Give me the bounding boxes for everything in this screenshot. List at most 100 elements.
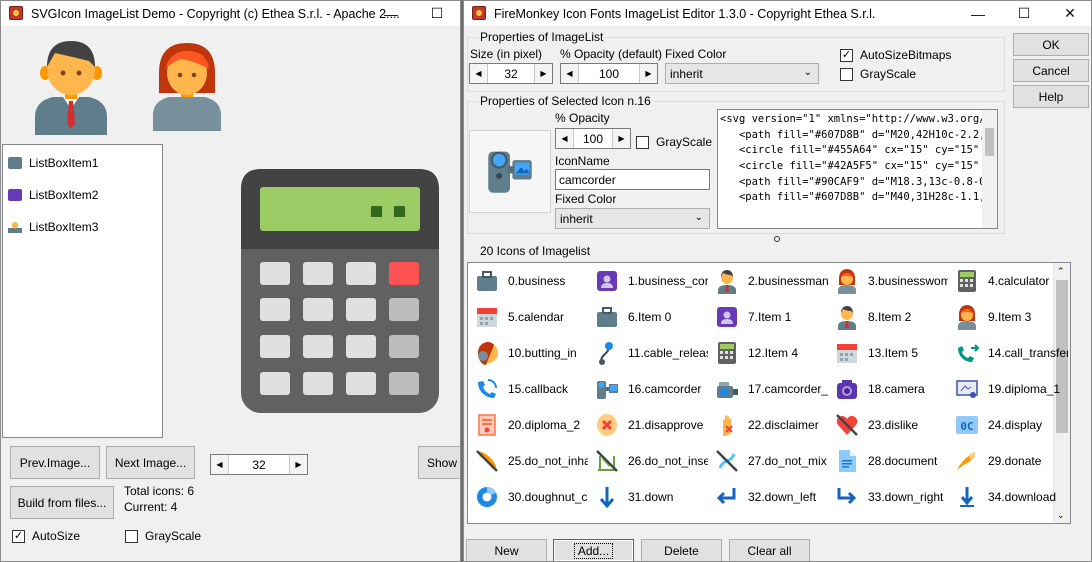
icon-grid-item[interactable]: 7.Item 1: [708, 301, 828, 333]
autosize-bitmaps-checkbox[interactable]: ✓ AutoSizeBitmaps: [840, 48, 951, 62]
clear-all-button[interactable]: Clear all: [729, 539, 810, 561]
splitter-handle[interactable]: [774, 236, 780, 242]
maximize-button[interactable]: ☐: [414, 1, 460, 26]
icon-grid-item-label: 5.calendar: [508, 310, 565, 324]
icon-grid-item[interactable]: 26.do_not_inse: [588, 445, 708, 477]
icon-grid-item[interactable]: 34.download: [948, 481, 1068, 513]
maximize-button[interactable]: ☐: [1001, 1, 1047, 26]
checkbox-unchecked-icon: [125, 529, 138, 543]
cancel-button[interactable]: Cancel: [1013, 59, 1089, 82]
autosize-checkbox[interactable]: ✓ AutoSize: [12, 529, 80, 543]
icon-grid-item[interactable]: 9.Item 3: [948, 301, 1068, 333]
icon-grid-item[interactable]: 13.Item 5: [828, 337, 948, 369]
spin-right-icon[interactable]: ▶: [289, 455, 307, 474]
icon-grid-item[interactable]: 23.dislike: [828, 409, 948, 441]
icon-grid-item[interactable]: 30.doughnut_c: [468, 481, 588, 513]
spin-left-icon[interactable]: ◀: [211, 455, 229, 474]
delete-button[interactable]: Delete: [641, 539, 722, 561]
prev-image-button[interactable]: Prev.Image...: [10, 446, 100, 479]
editor-titlebar[interactable]: FireMonkey Icon Fonts ImageList Editor 1…: [464, 1, 1091, 26]
size-value[interactable]: 32: [488, 67, 534, 81]
icon-grid-item[interactable]: 14.call_transfer: [948, 337, 1068, 369]
icon-grid-item[interactable]: 18.camera: [828, 373, 948, 405]
checkbox-checked-icon: ✓: [12, 529, 25, 543]
icon-grid-item-label: 0.business: [508, 274, 566, 288]
briefcase-icon: [477, 271, 497, 291]
icon-grid-item[interactable]: 21.disapprove: [588, 409, 708, 441]
add-button[interactable]: Add...: [553, 539, 634, 561]
sel-opacity-value[interactable]: 100: [574, 132, 612, 146]
opacity-value[interactable]: 100: [579, 67, 639, 81]
icon-grid-item[interactable]: 27.do_not_mix: [708, 445, 828, 477]
list-item[interactable]: ListBoxItem1: [8, 156, 98, 170]
icon-grid-item[interactable]: 10.butting_in: [468, 337, 588, 369]
editor-scrollbar[interactable]: [982, 110, 997, 228]
sel-opacity-spinbox[interactable]: ◀ 100 ▶: [555, 128, 631, 149]
icon-grid-item[interactable]: 32.down_left: [708, 481, 828, 513]
icon-grid-item[interactable]: 3.businesswom: [828, 265, 948, 297]
size-value[interactable]: 32: [229, 458, 289, 472]
editor-scroll-thumb[interactable]: [985, 128, 994, 156]
next-image-button[interactable]: Next Image...: [106, 446, 195, 479]
svg-line: <path fill="#90CAF9" d="M18.3,13c-0.8-0.…: [720, 175, 998, 188]
icon-grid-item-label: 16.camcorder: [628, 382, 702, 396]
icon-grid-item[interactable]: 15.callback: [468, 373, 588, 405]
icon-grid-item-label: 4.calculator: [988, 274, 1050, 288]
demo-titlebar[interactable]: SVGIcon ImageList Demo - Copyright (c) E…: [1, 1, 460, 26]
icon-grid-item[interactable]: 19.diploma_1: [948, 373, 1068, 405]
build-from-files-button[interactable]: Build from files...: [10, 486, 114, 519]
list-item[interactable]: ListBoxItem2: [8, 188, 98, 202]
show-button[interactable]: Show: [418, 446, 460, 479]
icon-grid-item[interactable]: 2.businessman: [708, 265, 828, 297]
sel-fixed-color-combo[interactable]: inherit ⌄: [555, 208, 710, 229]
icon-grid-item[interactable]: 6.Item 0: [588, 301, 708, 333]
size-spinbox[interactable]: ◀ 32 ▶: [469, 63, 553, 84]
icon-grid-item[interactable]: 0C 24.display: [948, 409, 1068, 441]
grayscale-checkbox[interactable]: GrayScale: [125, 529, 201, 543]
icon-grid-item[interactable]: 8.Item 2: [828, 301, 948, 333]
icon-grid-item[interactable]: 33.down_right: [828, 481, 948, 513]
donate-icon: [957, 452, 975, 470]
icon-grid-item[interactable]: 22.disclaimer: [708, 409, 828, 441]
list-box[interactable]: ListBoxItem1 ListBoxItem2 ListBoxItem3: [2, 144, 163, 438]
icon-grid-item-label: 8.Item 2: [868, 310, 912, 324]
icon-grid-item[interactable]: 20.diploma_2: [468, 409, 588, 441]
grayscale-checkbox[interactable]: GrayScale: [840, 67, 916, 81]
fixed-color-combo[interactable]: inherit ⌄: [665, 63, 819, 84]
list-item-label: ListBoxItem3: [29, 220, 99, 234]
spin-left-icon[interactable]: ◀: [556, 129, 574, 148]
icon-grid-item[interactable]: 12.Item 4: [708, 337, 828, 369]
spin-right-icon[interactable]: ▶: [612, 129, 630, 148]
spin-right-icon[interactable]: ▶: [534, 64, 552, 83]
icon-grid-item[interactable]: 31.down: [588, 481, 708, 513]
icon-name-field[interactable]: camcorder: [555, 169, 710, 190]
icon-grid-item[interactable]: 25.do_not_inha: [468, 445, 588, 477]
help-button[interactable]: Help: [1013, 85, 1089, 108]
diploma-2-icon: [478, 414, 496, 436]
list-item[interactable]: ListBoxItem3: [8, 220, 98, 234]
new-button[interactable]: New: [466, 539, 547, 561]
icon-grid-item-label: 30.doughnut_c: [508, 490, 588, 504]
size-spinbox[interactable]: ◀ 32 ▶: [210, 454, 308, 475]
spin-left-icon[interactable]: ◀: [470, 64, 488, 83]
icon-grid-item[interactable]: 0.business: [468, 265, 588, 297]
icon-grid-item[interactable]: 4.calculator: [948, 265, 1068, 297]
icons-grid[interactable]: ⌃ ⌄ 0.business 1.business_con 2.businessma…: [467, 262, 1071, 524]
minimize-button[interactable]: —: [955, 1, 1001, 26]
sel-grayscale-checkbox[interactable]: GrayScale: [636, 135, 712, 149]
icon-grid-item[interactable]: 17.camcorder_: [708, 373, 828, 405]
icon-grid-item[interactable]: 16.camcorder: [588, 373, 708, 405]
icon-grid-item[interactable]: 29.donate: [948, 445, 1068, 477]
icon-grid-item[interactable]: 28.document: [828, 445, 948, 477]
icon-grid-item[interactable]: 5.calendar: [468, 301, 588, 333]
icon-grid-item-label: 24.display: [988, 418, 1043, 432]
icon-grid-item[interactable]: 11.cable_releas: [588, 337, 708, 369]
opacity-spinbox[interactable]: ◀ 100 ▶: [560, 63, 658, 84]
icon-grid-item[interactable]: 1.business_con: [588, 265, 708, 297]
svg-text-editor[interactable]: <svg version="1" xmlns="http://www.w3.or…: [717, 109, 998, 229]
ok-button[interactable]: OK: [1013, 33, 1089, 56]
minimize-button[interactable]: —: [368, 1, 414, 26]
spin-left-icon[interactable]: ◀: [561, 64, 579, 83]
spin-right-icon[interactable]: ▶: [639, 64, 657, 83]
close-button[interactable]: ✕: [1047, 1, 1091, 26]
